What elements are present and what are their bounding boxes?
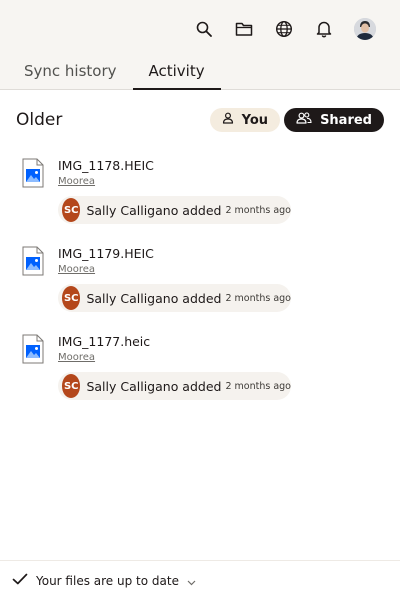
file-name[interactable]: IMG_1179.HEIC (58, 246, 154, 261)
folder-link[interactable]: Moorea (58, 176, 95, 187)
activity-pill: SC Sally Calligano added 2 months ago (58, 372, 291, 400)
search-icon[interactable] (194, 19, 214, 39)
image-file-icon (22, 246, 44, 276)
globe-icon[interactable] (274, 19, 294, 39)
activity-pill: SC Sally Calligano added 2 months ago (58, 284, 291, 312)
tab-sync-history[interactable]: Sync history (8, 62, 133, 90)
filter-shared-label: Shared (320, 112, 372, 128)
image-file-icon (22, 334, 44, 364)
file-name[interactable]: IMG_1177.heic (58, 334, 150, 349)
image-file-icon (22, 158, 44, 188)
filter-shared-button[interactable]: Shared (284, 108, 384, 132)
tab-activity[interactable]: Activity (132, 62, 221, 90)
people-icon (296, 112, 312, 128)
status-bar: Your files are up to date (0, 560, 400, 600)
activity-item: IMG_1178.HEIC Moorea SC Sally Calligano … (0, 158, 400, 246)
activity-time: 2 months ago (225, 204, 291, 216)
checkmark-icon (12, 571, 28, 590)
sync-status-text[interactable]: Your files are up to date (36, 574, 179, 588)
activity-text: Sally Calligano added (86, 290, 222, 306)
folder-icon[interactable] (234, 19, 254, 39)
tab-bar: Sync history Activity (8, 62, 221, 90)
file-name[interactable]: IMG_1178.HEIC (58, 158, 154, 173)
user-avatar: SC (62, 198, 81, 222)
bell-icon[interactable] (314, 19, 334, 39)
section-header: Older You Shared (0, 90, 400, 138)
user-avatar: SC (62, 286, 81, 310)
section-title: Older (16, 110, 63, 130)
header: Sync history Activity (0, 0, 400, 90)
activity-list: IMG_1178.HEIC Moorea SC Sally Calligano … (0, 138, 400, 422)
activity-pill: SC Sally Calligano added 2 months ago (58, 196, 291, 224)
person-icon (222, 112, 234, 128)
folder-link[interactable]: Moorea (58, 352, 95, 363)
account-avatar[interactable] (354, 18, 376, 40)
filter-group: You Shared (209, 108, 384, 132)
activity-text: Sally Calligano added (86, 202, 222, 218)
chevron-down-icon[interactable] (187, 571, 196, 590)
activity-item: IMG_1179.HEIC Moorea SC Sally Calligano … (0, 246, 400, 334)
activity-time: 2 months ago (225, 292, 291, 304)
folder-link[interactable]: Moorea (58, 264, 95, 275)
filter-you-label: You (241, 112, 269, 128)
user-avatar: SC (62, 374, 81, 398)
activity-item: IMG_1177.heic Moorea SC Sally Calligano … (0, 334, 400, 422)
activity-text: Sally Calligano added (86, 378, 222, 394)
toolbar (194, 18, 376, 40)
activity-time: 2 months ago (225, 380, 291, 392)
filter-you-button[interactable]: You (209, 108, 281, 132)
